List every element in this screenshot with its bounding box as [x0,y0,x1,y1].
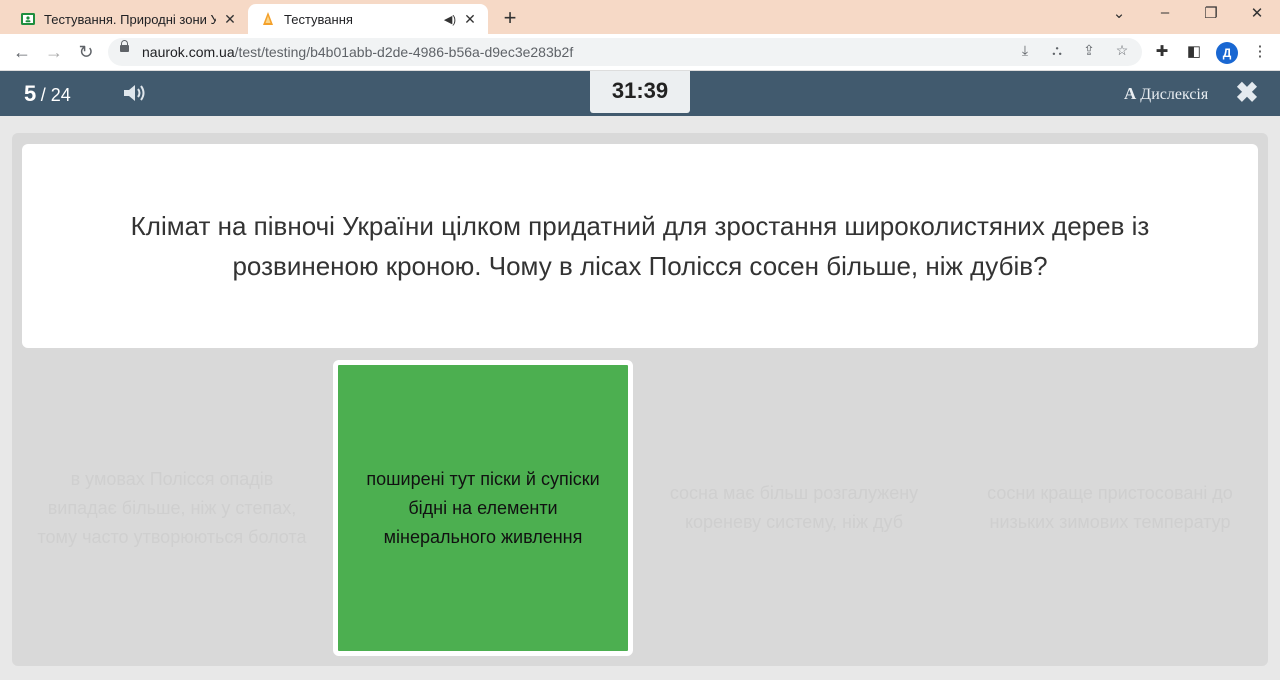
lock-icon [120,40,129,52]
back-icon[interactable]: ← [10,40,34,64]
url-text: naurok.com.ua/test/testing/b4b01abb-d2de… [142,44,573,60]
restore-icon[interactable]: ❐ [1196,4,1226,22]
share-icon[interactable]: ⇪ [1079,42,1099,59]
speaker-icon[interactable] [122,82,150,104]
browser-tab-strip: Тестування. Природні зони Укр ✕ Тестуван… [0,0,1280,34]
install-app-icon[interactable]: ⤓ [1015,42,1035,59]
dyslexia-label: Дислексія [1140,86,1209,103]
tab-close-icon[interactable]: ✕ [462,11,478,28]
tab-testing-active[interactable]: Тестування ◀) ✕ [248,4,488,34]
translate-icon[interactable]: ⛬ [1047,42,1067,59]
timer: 31:39 [590,71,690,113]
classroom-icon [20,11,36,27]
answer-option-4[interactable]: сосни краще пристосовані до низьких зимо… [960,360,1260,656]
answer-option-1[interactable]: в умовах Полісся опадів випадає більше, … [22,360,322,656]
tab-audio-icon[interactable]: ◀) [444,13,456,26]
new-tab-button[interactable]: + [498,5,522,31]
minimize-icon[interactable]: – [1150,4,1180,21]
current-question: 5 [24,81,37,106]
answer-option-2-selected[interactable]: поширені тут піски й супіски бідні на ел… [333,360,633,656]
reload-icon[interactable]: ↻ [74,40,98,64]
tab-search-icon[interactable]: ⌄ [1104,4,1134,22]
browser-menu-icon[interactable]: ⋮ [1250,42,1270,60]
tab-title: Тестування [284,11,353,27]
browser-toolbar: ← → ↻ naurok.com.ua/test/testing/b4b01ab… [0,34,1280,71]
dyslexia-font-icon: A [1124,84,1137,103]
question-text: Клімат на півночі України цілком придатн… [130,211,1150,281]
answer-option-3[interactable]: сосна має більш розгалужену кореневу сис… [644,360,944,656]
tab-title: Тестування. Природні зони Укр [44,11,216,27]
url-host: naurok.com.ua [142,44,235,60]
quiz-header: 5 / 24 31:39 A Дислексія ✖ [0,71,1280,116]
window-close-icon[interactable]: ✕ [1242,4,1272,22]
bookmark-star-icon[interactable]: ☆ [1112,42,1132,59]
url-path: /test/testing/b4b01abb-d2de-4986-b56a-d9… [234,44,574,60]
extensions-icon[interactable]: ✚ [1152,42,1172,60]
address-bar[interactable]: naurok.com.ua/test/testing/b4b01abb-d2de… [108,38,1142,66]
side-panel-icon[interactable]: ◧ [1184,42,1204,60]
tab-testing-nature-zones[interactable]: Тестування. Природні зони Укр ✕ [8,4,248,34]
naurok-icon [260,11,276,27]
close-quiz-icon[interactable]: ✖ [1234,79,1260,107]
forward-icon[interactable]: → [42,40,66,64]
profile-avatar[interactable]: Д [1216,42,1238,64]
tab-close-icon[interactable]: ✕ [222,11,238,28]
question-counter: 5 / 24 [24,81,71,107]
dyslexia-toggle[interactable]: A Дислексія [1124,84,1208,104]
question-card: Клімат на півночі України цілком придатн… [22,144,1258,348]
total-questions: / 24 [40,85,71,105]
